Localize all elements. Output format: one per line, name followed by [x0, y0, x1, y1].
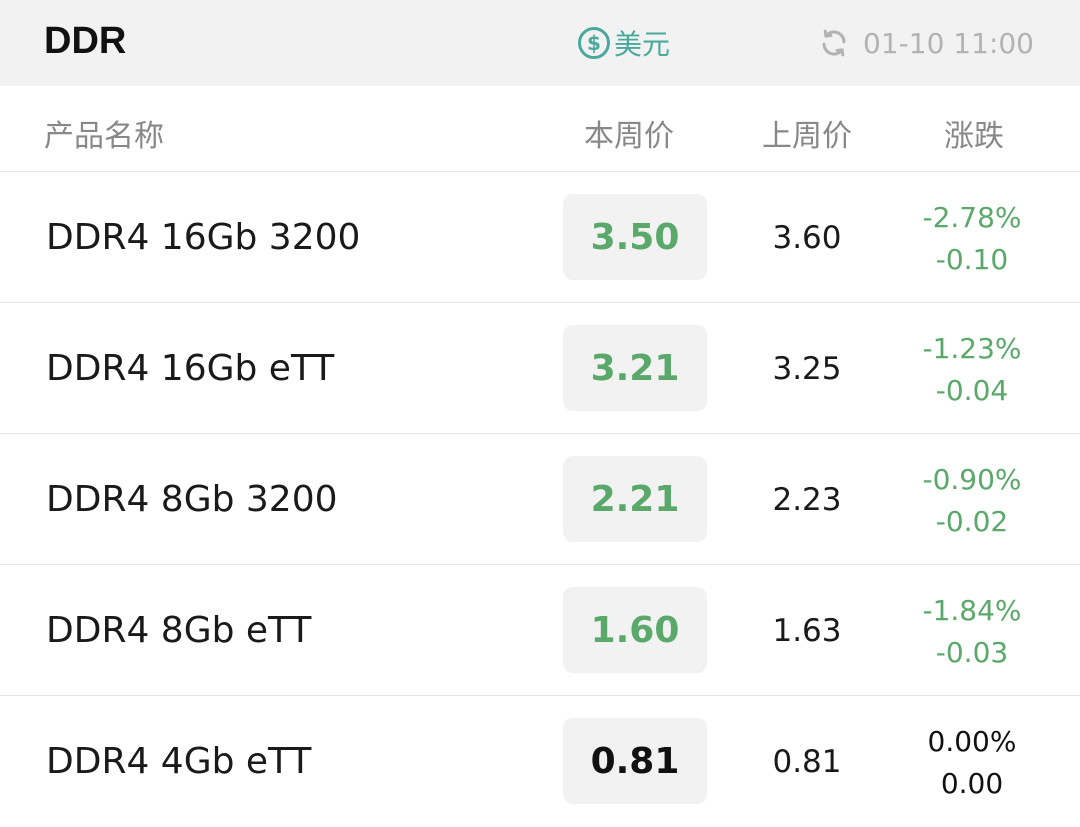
previous-price: 1.63	[772, 612, 842, 649]
column-header-change: 涨跌	[944, 119, 1004, 154]
change-amount: -0.03	[935, 636, 1009, 669]
price-change: -1.23% -0.04	[902, 325, 1042, 415]
price-change: -2.78% -0.10	[902, 194, 1042, 284]
product-name: DDR4 8Gb 3200	[46, 479, 338, 520]
change-percent: -0.90%	[922, 463, 1022, 496]
change-percent: -1.84%	[922, 594, 1022, 627]
table-row[interactable]: DDR4 8Gb 3200 2.21 2.23 -0.90% -0.02	[0, 434, 1080, 565]
table-row[interactable]: DDR4 8Gb eTT 1.60 1.63 -1.84% -0.03	[0, 565, 1080, 696]
current-price: 3.50	[563, 194, 707, 280]
previous-price: 3.25	[772, 350, 842, 387]
dollar-icon: $	[578, 27, 610, 59]
price-change: -1.84% -0.03	[902, 587, 1042, 677]
product-name: DDR4 16Gb 3200	[46, 217, 361, 258]
refresh-control[interactable]: 01-10 11:00	[819, 24, 1034, 62]
previous-price: 3.60	[772, 219, 842, 256]
change-percent: -1.23%	[922, 332, 1022, 365]
update-timestamp: 01-10 11:00	[863, 26, 1034, 60]
refresh-icon[interactable]	[819, 28, 849, 58]
product-name: DDR4 8Gb eTT	[46, 610, 312, 651]
price-change: -0.90% -0.02	[902, 456, 1042, 546]
change-percent: -2.78%	[922, 201, 1022, 234]
previous-price: 0.81	[772, 743, 842, 780]
currency-toggle[interactable]: $ 美元	[578, 24, 670, 62]
table-row[interactable]: DDR4 16Gb eTT 3.21 3.25 -1.23% -0.04	[0, 303, 1080, 434]
change-amount: -0.04	[935, 374, 1009, 407]
table-row[interactable]: DDR4 16Gb 3200 3.50 3.60 -2.78% -0.10	[0, 172, 1080, 303]
change-amount: -0.02	[935, 505, 1009, 538]
change-amount: -0.10	[935, 243, 1009, 276]
top-bar: DDR $ 美元 01-10 11:00	[0, 0, 1080, 86]
column-header-previous: 上周价	[762, 119, 852, 154]
column-header-name: 产品名称	[44, 119, 164, 154]
current-price: 3.21	[563, 325, 707, 411]
page-title: DDR	[44, 20, 127, 62]
current-price: 0.81	[563, 718, 707, 804]
product-name: DDR4 16Gb eTT	[46, 348, 335, 389]
price-table: DDR4 16Gb 3200 3.50 3.60 -2.78% -0.10 DD…	[0, 172, 1080, 827]
column-header-current: 本周价	[584, 119, 674, 154]
change-percent: 0.00%	[927, 725, 1017, 758]
current-price: 2.21	[563, 456, 707, 542]
current-price: 1.60	[563, 587, 707, 673]
previous-price: 2.23	[772, 481, 842, 518]
product-name: DDR4 4Gb eTT	[46, 741, 312, 782]
price-change: 0.00% 0.00	[902, 718, 1042, 808]
currency-label: 美元	[614, 28, 671, 61]
change-amount: 0.00	[940, 767, 1004, 800]
table-header: 产品名称 本周价 上周价 涨跌	[0, 86, 1080, 172]
table-row[interactable]: DDR4 4Gb eTT 0.81 0.81 0.00% 0.00	[0, 696, 1080, 827]
